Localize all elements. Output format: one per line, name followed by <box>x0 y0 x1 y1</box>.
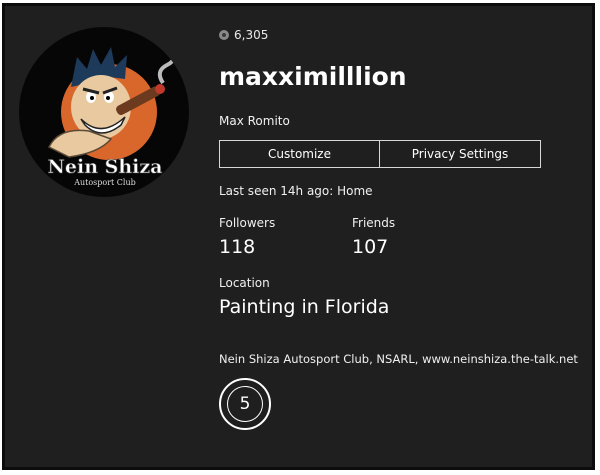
profile-bio: Nein Shiza Autosport Club, NSARL, www.ne… <box>219 352 578 366</box>
reputation-level: 5 <box>227 386 263 422</box>
profile-card: Nein Shiza Autosport Club 6,305 maxximil… <box>2 3 595 470</box>
avatar-cigar-ember <box>155 84 165 94</box>
avatar-smoke <box>157 37 176 85</box>
privacy-settings-button[interactable]: Privacy Settings <box>379 140 541 168</box>
gamerscore: 6,305 <box>219 28 268 42</box>
profile-avatar[interactable]: Nein Shiza Autosport Club <box>19 27 189 197</box>
gamertag: maxximilllion <box>219 62 407 91</box>
friends-count[interactable]: 107 <box>352 236 388 258</box>
avatar-logo-line2: Autosport Club <box>73 178 136 187</box>
customize-button[interactable]: Customize <box>219 140 380 168</box>
followers-label: Followers <box>219 216 276 230</box>
avatar-pupil-left <box>90 96 94 100</box>
location-label: Location <box>219 276 270 290</box>
gamerscore-icon <box>219 30 229 40</box>
avatar-pupil-right <box>106 96 110 100</box>
real-name: Max Romito <box>219 114 290 128</box>
last-seen-status: Last seen 14h ago: Home <box>219 184 373 198</box>
avatar-artwork: Nein Shiza Autosport Club <box>47 37 176 187</box>
reputation-badge[interactable]: 5 <box>219 378 271 430</box>
gamerscore-value: 6,305 <box>234 28 269 42</box>
action-buttons: Customize Privacy Settings <box>219 140 541 168</box>
followers-count[interactable]: 118 <box>219 236 255 258</box>
avatar-logo-line1: Nein Shiza <box>48 156 163 178</box>
friends-label: Friends <box>352 216 396 230</box>
location-value: Painting in Florida <box>219 296 390 318</box>
